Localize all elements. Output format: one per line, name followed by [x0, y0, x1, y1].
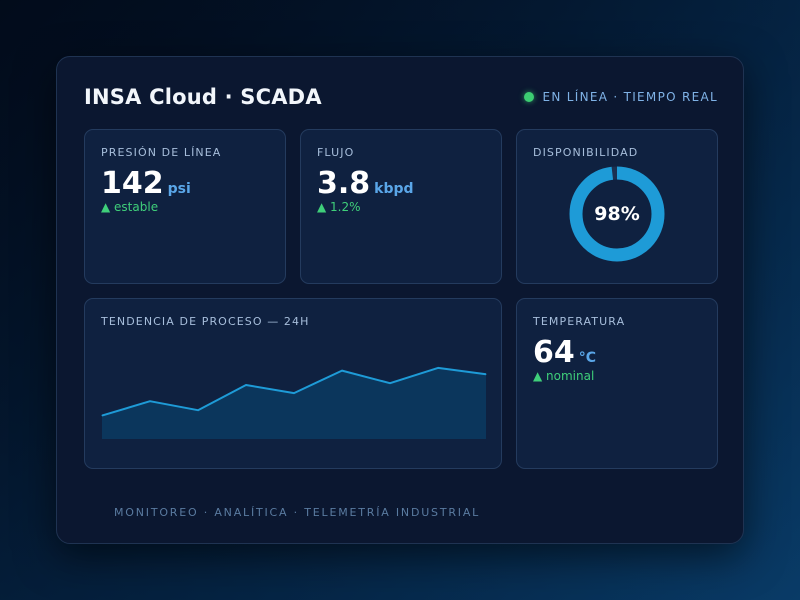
- trend-indicator: ▲ 1.2%: [317, 200, 361, 214]
- trend-point: [245, 384, 247, 386]
- trend-indicator: ▲ nominal: [533, 369, 595, 383]
- trend-point: [389, 382, 391, 384]
- card-label: TEMPERATURA: [533, 315, 626, 328]
- trend-point: [197, 409, 199, 411]
- connection-status: EN LÍNEA · TIEMPO REAL: [524, 89, 718, 105]
- metric-value: 3.8: [317, 166, 371, 201]
- dashboard-panel: INSA Cloud · SCADA EN LÍNEA · TIEMPO REA…: [56, 56, 744, 544]
- card-temperature[interactable]: TEMPERATURA 64 °C ▲ nominal: [516, 298, 718, 469]
- card-label: DISPONIBILIDAD: [533, 146, 639, 159]
- trend-chart: [101, 366, 487, 439]
- page-title: INSA Cloud · SCADA: [84, 85, 322, 109]
- trend-point: [149, 400, 151, 402]
- availability-donut: 98%: [567, 164, 667, 264]
- card-pressure[interactable]: PRESIÓN DE LÍNEA 142 psi ▲ estable: [84, 129, 286, 284]
- status-label: EN LÍNEA · TIEMPO REAL: [542, 90, 718, 104]
- card-label: TENDENCIA DE PROCESO — 24H: [101, 315, 310, 328]
- trend-point: [293, 392, 295, 394]
- status-dot-icon: [524, 92, 535, 102]
- metric-value: 64: [533, 335, 575, 370]
- card-label: FLUJO: [317, 146, 355, 159]
- dashboard-header: INSA Cloud · SCADA EN LÍNEA · TIEMPO REA…: [84, 83, 718, 113]
- metric: 64 °C: [533, 335, 596, 370]
- card-flow[interactable]: FLUJO 3.8 kbpd ▲ 1.2%: [300, 129, 502, 284]
- trend-point: [101, 415, 103, 417]
- trend-point: [437, 367, 439, 369]
- metric-unit: psi: [167, 181, 191, 197]
- card-trend-chart[interactable]: TENDENCIA DE PROCESO — 24H: [84, 298, 502, 469]
- footer-tagline: MONITOREO · ANALÍTICA · TELEMETRÍA INDUS…: [114, 506, 481, 519]
- metric: 3.8 kbpd: [317, 166, 414, 201]
- metric-value: 142: [101, 166, 164, 201]
- trend-point: [341, 370, 343, 372]
- card-availability[interactable]: DISPONIBILIDAD 98%: [516, 129, 718, 284]
- metric-unit: °C: [578, 350, 597, 366]
- trend-indicator: ▲ estable: [101, 200, 159, 214]
- metric-unit: kbpd: [374, 181, 414, 197]
- card-label: PRESIÓN DE LÍNEA: [101, 146, 222, 159]
- donut-value: 98%: [594, 203, 640, 225]
- trend-point: [485, 373, 487, 375]
- metric: 142 psi: [101, 166, 191, 201]
